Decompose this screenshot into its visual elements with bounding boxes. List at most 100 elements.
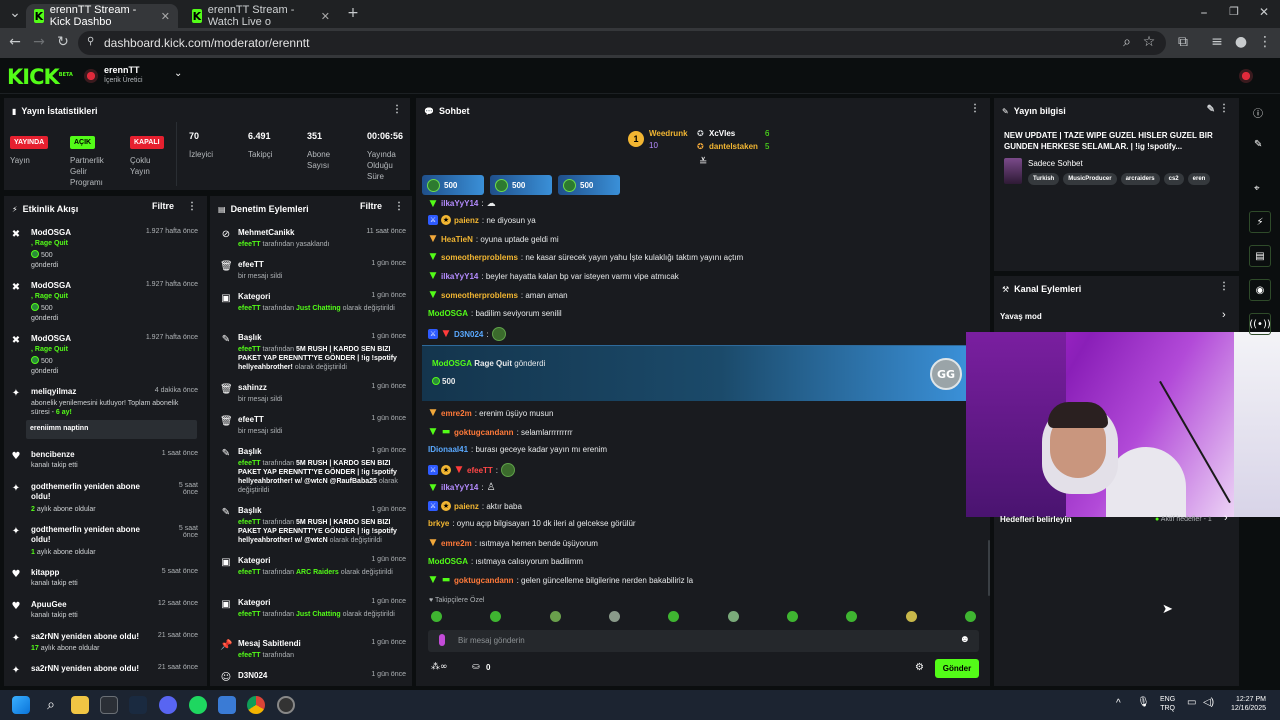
more-options-icon[interactable]: ⋮	[394, 201, 404, 212]
more-options-icon[interactable]: ⋮	[392, 104, 402, 115]
profile-icon[interactable]: ●	[1232, 34, 1250, 50]
mod-item[interactable]: ☺ D3N024 1 gün önce	[220, 671, 406, 685]
mod-item-delete[interactable]: 🗑 efeeTT 1 gün önce bir mesajı sildi	[220, 415, 406, 439]
feed-item-resub[interactable]: ✦ sa2rNN yeniden abone oldu! 21 saat önc…	[10, 632, 198, 657]
leaderboard-user[interactable]: XcVles	[709, 129, 735, 138]
chat-message[interactable]: ⚔ ★ ▼ efeeTT:	[428, 463, 516, 477]
chat-message[interactable]: ▼ ilkaYyY14: ♙	[428, 482, 496, 493]
mod-item-title[interactable]: ✎ Başlık 1 gün önce efeeTT tarafından 5M…	[220, 447, 406, 499]
more-options-icon[interactable]: ⋮	[970, 103, 980, 114]
language-indicator[interactable]: ENG TRQ	[1160, 695, 1175, 713]
gift-pill[interactable]: 500	[490, 175, 552, 195]
chat-message[interactable]: ▼ HeaTieN: oyuna uptade geldi mi	[428, 234, 559, 244]
start-windows-icon[interactable]	[12, 696, 30, 714]
emoji-picker-icon[interactable]: ☻	[959, 634, 970, 645]
chat-message[interactable]: ▼ ilkaYyY14: beyler hayatta kalan bp var …	[428, 271, 679, 281]
info-icon[interactable]: ⓘ	[1253, 105, 1263, 120]
category-name[interactable]: Sadece Sohbet	[1028, 159, 1083, 168]
focus-icon[interactable]: ⌖	[1254, 183, 1260, 194]
tag[interactable]: Turkish	[1028, 173, 1060, 185]
chrome-icon[interactable]	[247, 696, 265, 714]
user-avatar[interactable]	[1239, 69, 1253, 83]
expand-leaderboard-icon[interactable]: ≚	[699, 157, 707, 168]
emote-icon[interactable]	[668, 611, 679, 622]
emote-icon[interactable]	[609, 611, 620, 622]
emote-icon[interactable]	[965, 611, 976, 622]
site-info-icon[interactable]: ⚲	[87, 36, 94, 47]
feed-item-resub[interactable]: ✦ godthemerlin yeniden abone oldu! 5 saa…	[10, 525, 198, 560]
feed-item-resub[interactable]: ✦ sa2rNN yeniden abone oldu! 21 saat önc…	[10, 664, 198, 682]
bookmark-star-icon[interactable]: ☆	[1140, 34, 1158, 50]
emote-icon[interactable]	[906, 611, 917, 622]
maximize-icon[interactable]: ❐	[1225, 5, 1243, 18]
mod-item-category[interactable]: ▣ Kategori 1 gün önce efeeTT tarafından …	[220, 556, 406, 590]
quick-action-broadcast-icon[interactable]: ((•))	[1249, 313, 1271, 335]
more-options-icon[interactable]: ⋮	[187, 201, 197, 212]
address-bar[interactable]: ⚲ dashboard.kick.com/moderator/erenntt	[78, 31, 1166, 55]
emote-icon[interactable]	[490, 611, 501, 622]
back-icon[interactable]: ←	[6, 34, 24, 50]
tag[interactable]: eren	[1187, 173, 1211, 185]
mod-item-title[interactable]: ✎ Başlık 1 gün önce efeeTT tarafından 5M…	[220, 333, 406, 377]
chat-message[interactable]: IDionaal41: burası geceye kadar yayın mı…	[428, 445, 607, 454]
quick-action-bolt-icon[interactable]: ⚡	[1249, 211, 1271, 233]
settings-gear-icon[interactable]: ⚙	[915, 662, 924, 673]
close-icon[interactable]: ✕	[321, 10, 330, 23]
emote-icon[interactable]	[550, 611, 561, 622]
gift-box-icon[interactable]: ⛀	[472, 662, 480, 672]
filter-button[interactable]: Filtre	[360, 201, 382, 211]
chat-message[interactable]: ▼ ▬ goktugcandann: selamlarrrrrrrrr	[428, 427, 573, 437]
chat-message[interactable]: ▼ someotherproblems: ne kasar sürecek yay…	[428, 252, 744, 262]
mod-item-delete[interactable]: 🗑 efeeTT 1 gün önce bir mesajı sildi	[220, 260, 406, 284]
quick-action-chat-icon[interactable]: ◉	[1249, 279, 1271, 301]
mod-item-title[interactable]: ✎ Başlık 1 gün önce efeeTT tarafından 5M…	[220, 506, 406, 554]
mod-item-category[interactable]: ▣ Kategori 1 gün önce efeeTT tarafından …	[220, 598, 406, 632]
chat-message[interactable]: ⚔ ★ paienz: aktır baba	[428, 501, 522, 511]
more-options-icon[interactable]: ⋮	[1219, 281, 1229, 292]
mod-item-delete[interactable]: 🗑 sahinzz 1 gün önce bir mesajı sildi	[220, 383, 406, 407]
browser-menu-icon[interactable]: ⋮	[1256, 34, 1274, 50]
tab-dashboard[interactable]: K erennTT Stream - Kick Dashbo ✕	[26, 4, 178, 28]
feed-item-gift[interactable]: ✖ ModOSGA 1.927 hafta önce , Rage Quit 5…	[10, 228, 198, 273]
edit-pencil-icon[interactable]: ✎	[1207, 104, 1215, 115]
reload-icon[interactable]: ↻	[54, 34, 72, 50]
points-infinite-icon[interactable]: ⁂∞	[431, 662, 448, 672]
vscode-icon[interactable]	[218, 696, 236, 714]
close-icon[interactable]: ✕	[161, 10, 170, 23]
tab-watch-live[interactable]: K erennTT Stream - Watch Live o ✕	[184, 4, 338, 28]
clock[interactable]: 12:27 PM 12/16/2025	[1226, 695, 1266, 713]
kick-logo[interactable]: KICKBETA	[7, 65, 73, 89]
chat-input[interactable]: Bir mesaj gönderin ☻	[428, 630, 979, 652]
media-icon[interactable]: ≡	[1208, 34, 1226, 50]
more-options-icon[interactable]: ⋮	[1219, 103, 1229, 114]
feed-item-gift[interactable]: ✖ ModOSGA 1.927 hafta önce , Rage Quit 5…	[10, 281, 198, 326]
chat-message[interactable]: ▼ ilkaYyY14: ☁	[428, 198, 496, 209]
gift-pill[interactable]: 500	[558, 175, 620, 195]
chat-message[interactable]: ▼ someotherproblems: aman aman	[428, 290, 568, 300]
mic-tray-icon[interactable]: 🎙	[1137, 697, 1150, 708]
gift-pill[interactable]: 500	[422, 175, 484, 195]
mod-item-ban[interactable]: ⊘ MehmetCanikk 11 saat önce efeeTT taraf…	[220, 228, 406, 252]
mod-item-category[interactable]: ▣ Kategori 1 gün önce efeeTT tarafından …	[220, 292, 406, 326]
tray-chevron-up-icon[interactable]: ^	[1116, 698, 1121, 709]
goals-action[interactable]: Hedefleri belirleyin	[1000, 515, 1072, 524]
quick-action-notes-icon[interactable]: ▤	[1249, 245, 1271, 267]
chat-message[interactable]: ModOSGA: ısıtmaya calısıyorum badilimm	[428, 557, 583, 566]
slow-mode-action[interactable]: Yavaş mod	[1000, 312, 1042, 321]
leaderboard-user[interactable]: Weedrunk	[649, 129, 688, 138]
filter-button[interactable]: Filtre	[152, 201, 174, 211]
extensions-icon[interactable]: ⧉	[1174, 34, 1192, 50]
feed-item-follow[interactable]: ♥ bencibenze 1 saat önce kanalı takip et…	[10, 450, 198, 475]
store-icon[interactable]	[100, 696, 118, 714]
emote-icon[interactable]	[787, 611, 798, 622]
emote-icon[interactable]	[431, 611, 442, 622]
obs-icon[interactable]	[277, 696, 295, 714]
file-explorer-icon[interactable]	[71, 696, 89, 714]
tab-search-icon[interactable]: ⌄	[6, 5, 24, 21]
mod-item-pin[interactable]: 📌 Mesaj Sabitlendi 1 gün önce efeeTT tar…	[220, 639, 406, 663]
gift-banner[interactable]: ModOSGA Rage Quit gönderdi 500 GG	[422, 345, 966, 401]
steam-icon[interactable]	[129, 696, 147, 714]
send-button[interactable]: Gönder	[935, 659, 979, 678]
discord-icon[interactable]	[159, 696, 177, 714]
feed-item-resub[interactable]: ✦ godthemerlin yeniden abone oldu! 5 saa…	[10, 482, 198, 517]
